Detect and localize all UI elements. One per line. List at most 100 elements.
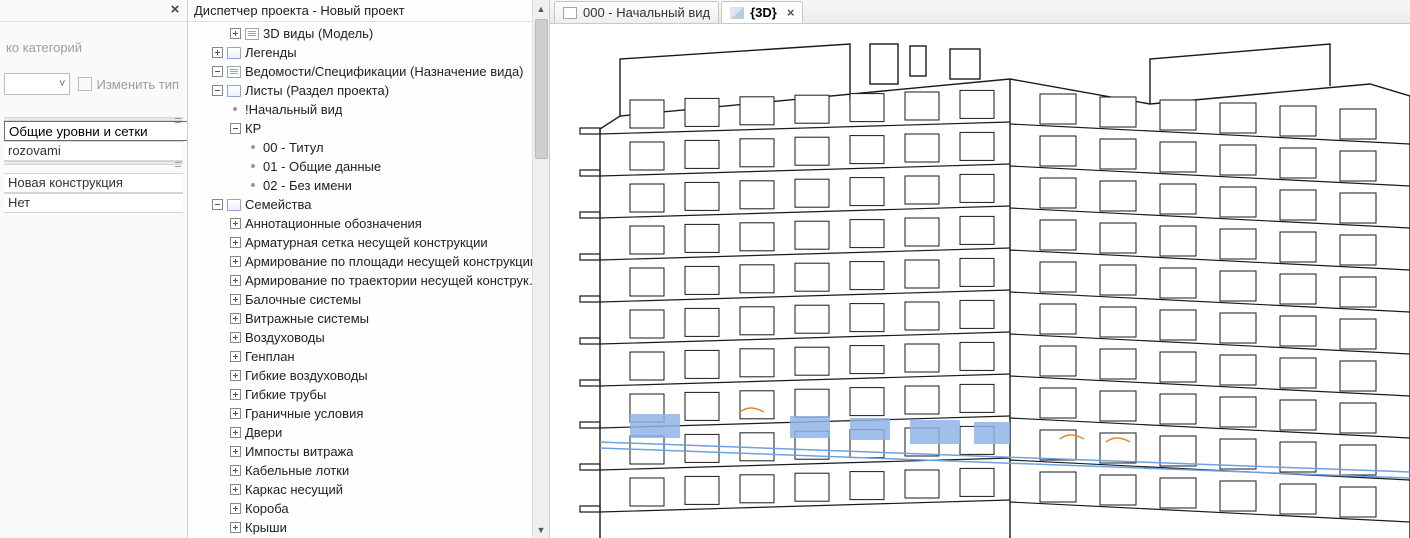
tree-node[interactable]: 01 - Общие данные [188,157,549,176]
folder-icon [227,199,241,211]
tree-node-label: Граничные условия [245,406,363,421]
collapse-icon[interactable] [212,85,223,96]
sheet-icon [227,66,241,78]
tree-node[interactable]: Крыши [188,518,549,537]
expand-icon[interactable] [230,275,241,286]
tree-node[interactable]: Арматурная сетка несущей конструкции [188,233,549,252]
tree-node-label: Арматурная сетка несущей конструкции [245,235,488,250]
tree-node[interactable]: Легенды [188,43,549,62]
project-browser-header: Диспетчер проекта - Новый проект × [188,0,549,22]
expand-icon[interactable] [230,294,241,305]
close-icon[interactable]: × [167,3,183,19]
properties-panel: × ко категорий Изменить тип rozovami [0,0,188,538]
tree-node[interactable]: 3D виды (Модель) [188,24,549,43]
properties-header: × [0,0,187,22]
tree-node[interactable]: 02 - Без имени [188,176,549,195]
tree-node-label: Витражные системы [245,311,369,326]
expand-icon[interactable] [230,408,241,419]
close-icon[interactable]: × [787,7,795,19]
view-tab[interactable]: 000 - Начальный вид [554,1,719,23]
tree-node-label: Гибкие воздуховоды [245,368,368,383]
tree-node[interactable]: Воздуховоды [188,328,549,347]
collapse-icon[interactable] [230,123,241,134]
scroll-down-icon[interactable]: ▼ [534,521,549,538]
tree-node[interactable]: !Начальный вид [188,100,549,119]
tree-node[interactable]: Гибкие воздуховоды [188,366,549,385]
tree-node[interactable]: Листы (Раздел проекта) [188,81,549,100]
expand-icon[interactable] [230,370,241,381]
expand-icon[interactable] [212,47,223,58]
scroll-up-icon[interactable]: ▲ [534,0,549,17]
tree-node[interactable]: Ведомости/Спецификации (Назначение вида) [188,62,549,81]
tree-node-label: Ведомости/Спецификации (Назначение вида) [245,64,524,79]
tree-node-label: 3D виды (Модель) [263,26,373,41]
tree-node[interactable]: Аннотационные обозначения [188,214,549,233]
tree-node[interactable]: Семейства [188,195,549,214]
expand-icon[interactable] [230,484,241,495]
tree-node[interactable]: 00 - Титул [188,138,549,157]
model-drawing [550,24,1410,538]
tree-node-label: 01 - Общие данные [263,159,381,174]
section-divider [4,161,183,165]
expand-icon[interactable] [230,256,241,267]
tree-node-label: Армирование по площади несущей конструкц… [245,254,537,269]
project-browser-tree[interactable]: 3D виды (Модель) Легенды Ведомости/Специфи… [188,22,549,538]
filter-combo[interactable] [4,73,70,95]
expand-icon[interactable] [230,218,241,229]
expand-icon[interactable] [230,28,241,39]
tree-node[interactable]: Каркас несущий [188,480,549,499]
scrollbar[interactable]: ▲ ▼ [532,0,549,538]
tree-node[interactable]: КР [188,119,549,138]
tree-node[interactable]: Двери [188,423,549,442]
edit-type-button[interactable]: Изменить тип [74,73,183,95]
expand-icon[interactable] [230,446,241,457]
tree-node[interactable]: Генплан [188,347,549,366]
tree-node[interactable]: Импосты витража [188,442,549,461]
view-tab[interactable]: {3D} × [721,1,803,23]
collapse-icon[interactable] [212,199,223,210]
expand-icon[interactable] [230,351,241,362]
section-divider [4,117,183,121]
expand-icon[interactable] [230,427,241,438]
expand-icon[interactable] [230,237,241,248]
sheet-icon [563,7,577,19]
tree-node[interactable]: Балочные системы [188,290,549,309]
expand-icon[interactable] [230,313,241,324]
view-tabs: 000 - Начальный вид {3D} × [550,0,1410,24]
tree-node[interactable]: Армирование по площади несущей конструкц… [188,252,549,271]
phase-value[interactable]: Новая конструкция [4,173,183,193]
leaf-icon [230,104,241,115]
expand-icon[interactable] [230,389,241,400]
expand-icon[interactable] [230,503,241,514]
collapse-icon[interactable] [212,66,223,77]
tree-node[interactable]: Гибкие трубы [188,385,549,404]
cube-icon [730,7,744,19]
tree-node-label: Армирование по траектории несущей констр… [245,273,545,288]
tree-node[interactable]: Граничные условия [188,404,549,423]
tree-node-label: Генплан [245,349,295,364]
properties-body: ко категорий Изменить тип rozovami [0,22,187,538]
tree-node-label: Легенды [245,45,297,60]
expand-icon[interactable] [230,465,241,476]
expand-icon[interactable] [230,332,241,343]
folder-icon [227,85,241,97]
app-root: × ко категорий Изменить тип rozovami [0,0,1410,538]
tree-node[interactable]: Кабельные лотки [188,461,549,480]
tree-node-label: КР [245,121,261,136]
viewport-3d[interactable] [550,24,1410,538]
categories-hint: ко категорий [4,26,183,63]
tree-node-label: Воздуховоды [245,330,325,345]
tree-node-label: 02 - Без имени [263,178,352,193]
tree-node-label: Балочные системы [245,292,361,307]
tree-node[interactable]: Короба [188,499,549,518]
tab-label: {3D} [750,5,777,20]
tree-node[interactable]: Витражные системы [188,309,549,328]
tree-node-label: Крыши [245,520,287,535]
expand-icon[interactable] [230,522,241,533]
scroll-track[interactable] [534,17,549,521]
tree-node[interactable]: Армирование по траектории несущей констр… [188,271,549,290]
edit-type-icon [78,77,92,91]
scroll-thumb[interactable] [535,19,548,159]
phase-filter-value[interactable]: Нет [4,193,183,213]
view-template-input[interactable] [4,121,187,141]
